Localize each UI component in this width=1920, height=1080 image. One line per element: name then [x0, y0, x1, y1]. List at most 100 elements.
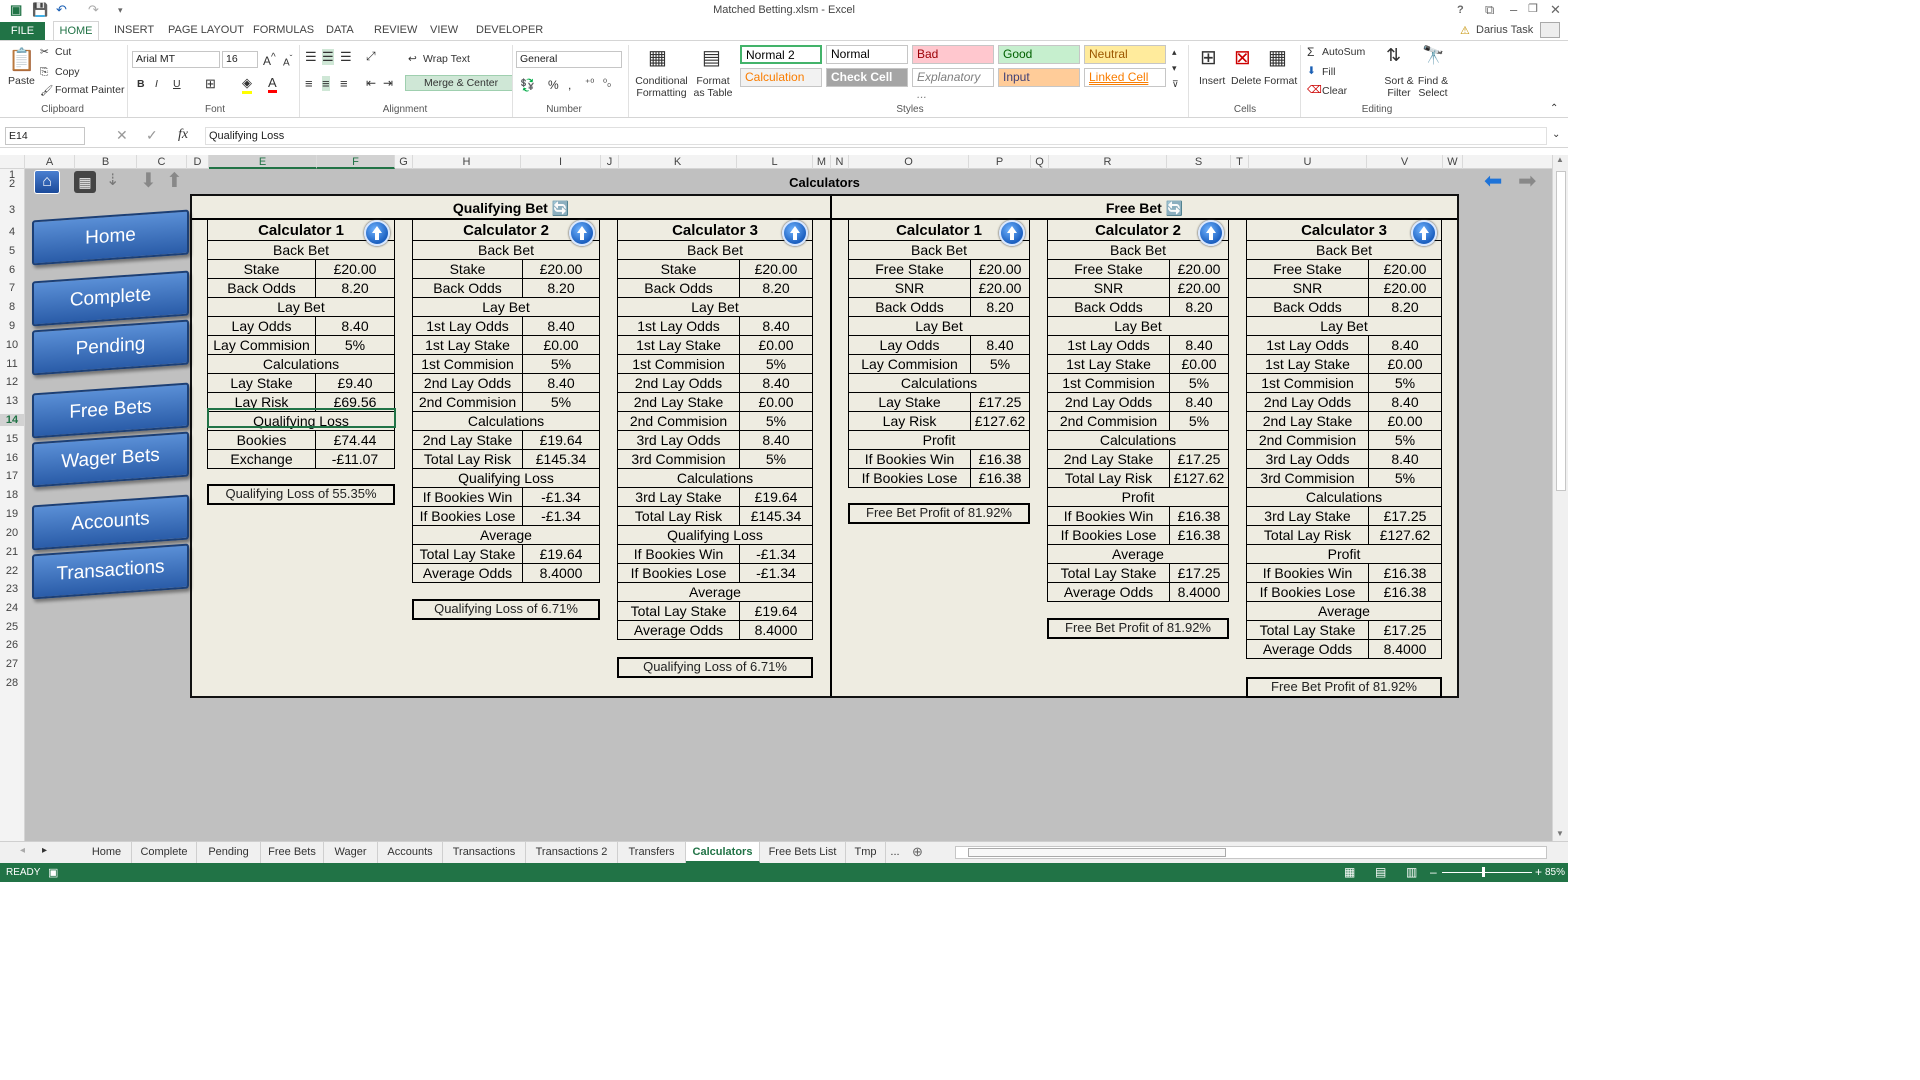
column-header[interactable]: R — [1049, 155, 1167, 169]
field-label[interactable]: If Bookies Win — [617, 544, 740, 564]
wrap-text-icon[interactable]: ↩ — [408, 53, 417, 65]
vertical-scrollbar[interactable]: ▲ ▼ — [1552, 155, 1568, 841]
field-value[interactable]: £0.00 — [1169, 354, 1229, 374]
field-label[interactable]: Average Odds — [412, 563, 523, 583]
align-left-icon[interactable]: ≡ — [305, 76, 313, 91]
row-header[interactable]: 20 — [0, 527, 24, 539]
page-layout-view-icon[interactable]: ▤ — [1375, 865, 1386, 879]
field-value[interactable]: 8.40 — [522, 316, 600, 336]
refresh-icon[interactable]: 🔄 — [1166, 200, 1183, 216]
find-select-button[interactable]: Find & Select — [1414, 75, 1452, 99]
row-header[interactable]: 6 — [0, 264, 24, 276]
field-label[interactable]: If Bookies Lose — [412, 506, 523, 526]
confirm-entry-icon[interactable]: ✓ — [146, 127, 158, 144]
field-value[interactable]: £20.00 — [1368, 259, 1442, 279]
field-label[interactable]: If Bookies Win — [1246, 563, 1369, 583]
field-label[interactable]: Lay Odds — [848, 335, 971, 355]
field-label[interactable]: SNR — [848, 278, 971, 298]
tab-insert[interactable]: INSERT — [114, 24, 154, 36]
zoom-out-icon[interactable]: – — [1430, 865, 1437, 879]
fill-button[interactable]: Fill — [1322, 66, 1335, 78]
row-header[interactable]: 25 — [0, 621, 24, 633]
column-header[interactable]: U — [1249, 155, 1367, 169]
field-value[interactable]: 8.40 — [739, 316, 813, 336]
arrow-down-icon[interactable]: ⬇ — [140, 168, 157, 193]
copy-icon[interactable]: ⎘ — [40, 66, 48, 79]
row-header[interactable]: 9 — [0, 320, 24, 332]
field-label[interactable]: Back Odds — [848, 297, 971, 317]
bold-icon[interactable]: B — [137, 78, 145, 90]
field-value[interactable]: £17.25 — [1169, 563, 1229, 583]
field-value[interactable]: £69.56 — [315, 392, 395, 412]
field-label[interactable]: If Bookies Win — [412, 487, 523, 507]
wrap-text-button[interactable]: Wrap Text — [423, 53, 470, 65]
paste-button[interactable]: Paste — [8, 75, 35, 87]
result-summary[interactable]: Free Bet Profit of 81.92% — [1047, 618, 1229, 639]
field-value[interactable]: 5% — [1368, 430, 1442, 450]
clear-icon[interactable]: ⌫ — [1307, 84, 1322, 96]
scroll-to-top-icon[interactable] — [782, 220, 808, 246]
field-label[interactable]: If Bookies Win — [848, 449, 971, 469]
section-header[interactable]: Calculations — [848, 373, 1030, 393]
scroll-down-icon[interactable]: ▼ — [1556, 829, 1564, 838]
field-label[interactable]: 2nd Lay Stake — [617, 392, 740, 412]
field-value[interactable]: 8.20 — [739, 278, 813, 298]
field-label[interactable]: Back Odds — [1246, 297, 1369, 317]
field-value[interactable]: 8.40 — [522, 373, 600, 393]
field-label[interactable]: Back Odds — [207, 278, 316, 298]
font-color-icon[interactable]: A — [268, 75, 277, 93]
column-header[interactable]: M — [813, 155, 831, 169]
field-label[interactable]: Total Lay Risk — [617, 506, 740, 526]
field-value[interactable]: 8.40 — [315, 316, 395, 336]
field-label[interactable]: SNR — [1047, 278, 1170, 298]
field-value[interactable]: 8.40 — [739, 430, 813, 450]
select-all-corner[interactable] — [0, 155, 25, 169]
cut-button[interactable]: Cut — [55, 46, 71, 58]
restore-icon[interactable]: ❐ — [1528, 2, 1538, 15]
increase-indent-icon[interactable]: ⇥ — [383, 76, 393, 90]
field-label[interactable]: 3rd Commision — [1246, 468, 1369, 488]
zoom-level[interactable]: 85% — [1545, 867, 1565, 878]
tab-data[interactable]: DATA — [326, 24, 354, 36]
styles-scroll-down-icon[interactable]: ▾ — [1172, 63, 1177, 74]
section-header[interactable]: Calculations — [1246, 487, 1442, 507]
field-value[interactable]: -£11.07 — [315, 449, 395, 469]
forward-arrow-icon[interactable]: ➡ — [1518, 168, 1536, 194]
column-header[interactable]: F — [317, 155, 395, 169]
orientation-icon[interactable]: ⤢ — [366, 49, 376, 64]
field-label[interactable]: If Bookies Lose — [1047, 525, 1170, 545]
section-header[interactable]: Average — [1047, 544, 1229, 564]
help-icon[interactable]: ? — [1457, 4, 1464, 16]
decrease-decimal-icon[interactable]: ⁰₀ — [603, 78, 611, 89]
scroll-to-top-icon[interactable] — [569, 220, 595, 246]
row-header[interactable]: 2 — [0, 178, 24, 190]
sheet-tab-transactions-2[interactable]: Transactions 2 — [526, 842, 618, 863]
number-format-select[interactable]: General — [516, 51, 622, 68]
field-value[interactable]: £0.00 — [522, 335, 600, 355]
row-header[interactable]: 19 — [0, 508, 24, 520]
sheet-tab-free-bets[interactable]: Free Bets — [261, 842, 324, 863]
field-value[interactable]: £0.00 — [739, 392, 813, 412]
field-label[interactable]: Free Stake — [1246, 259, 1369, 279]
section-header[interactable]: Qualifying Loss — [617, 525, 813, 545]
row-header[interactable]: 28 — [0, 677, 24, 689]
field-value[interactable]: -£1.34 — [522, 487, 600, 507]
minimize-icon[interactable]: – — [1510, 2, 1517, 17]
section-header[interactable]: Lay Bet — [1047, 316, 1229, 336]
user-name[interactable]: Darius Task — [1476, 24, 1533, 36]
field-label[interactable]: 1st Commision — [617, 354, 740, 374]
field-value[interactable]: 8.4000 — [739, 620, 813, 640]
calculator-icon[interactable]: ▦ — [74, 171, 96, 193]
field-label[interactable]: SNR — [1246, 278, 1369, 298]
page-break-view-icon[interactable]: ▥ — [1406, 865, 1417, 879]
section-header[interactable]: Profit — [848, 430, 1030, 450]
close-icon[interactable]: ✕ — [1550, 2, 1561, 18]
field-value[interactable]: 8.40 — [1368, 335, 1442, 355]
name-box[interactable]: E14 — [5, 127, 85, 145]
field-value[interactable]: 8.20 — [1169, 297, 1229, 317]
zoom-slider-thumb[interactable] — [1482, 867, 1485, 877]
field-value[interactable]: £127.62 — [970, 411, 1030, 431]
cell-style-normal[interactable]: Normal — [826, 45, 908, 64]
field-label[interactable]: Back Odds — [617, 278, 740, 298]
field-label[interactable]: Lay Commision — [207, 335, 316, 355]
